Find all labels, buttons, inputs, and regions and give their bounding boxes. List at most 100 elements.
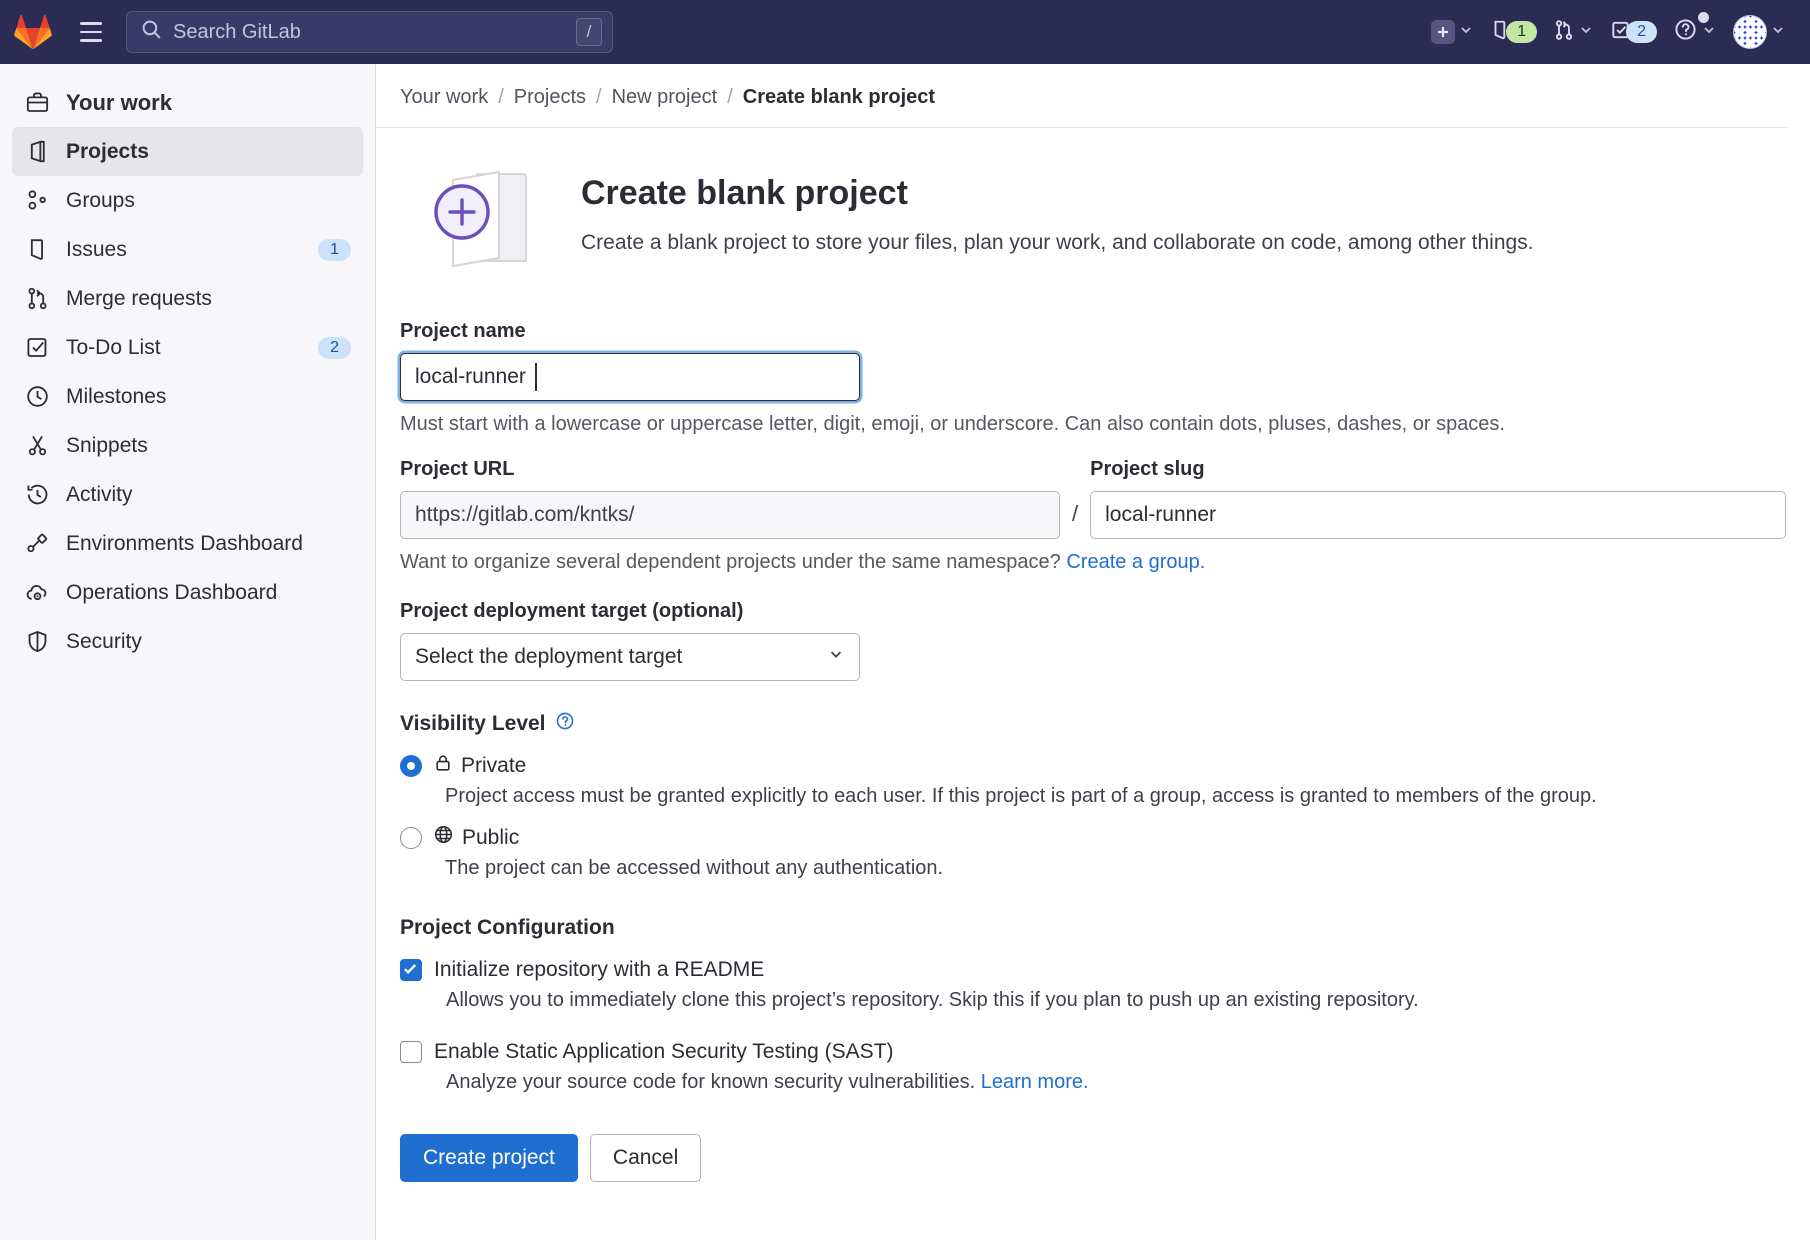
groups-icon (24, 188, 50, 214)
history-icon (24, 482, 50, 508)
deployment-target-label: Project deployment target (optional) (400, 600, 1786, 623)
chevron-down-icon (1701, 22, 1717, 43)
sidebar-item-activity[interactable]: Activity (12, 470, 363, 519)
form-actions: Create project Cancel (400, 1134, 1786, 1212)
namespace-hint-text: Want to organize several dependent proje… (400, 551, 1061, 573)
project-icon (24, 139, 50, 165)
question-circle-icon[interactable] (555, 711, 575, 737)
sidebar-item-badge: 1 (318, 239, 351, 261)
clock-icon (24, 384, 50, 410)
project-slug-input[interactable] (1090, 491, 1786, 539)
merge-request-icon (1553, 19, 1575, 46)
sidebar-item-label: Milestones (66, 385, 351, 409)
project-name-hint: Must start with a lowercase or uppercase… (400, 413, 1786, 436)
enable-sast-checkbox[interactable] (400, 1041, 422, 1063)
search-placeholder: Search GitLab (173, 21, 576, 44)
topbar-actions: 1 2 (1425, 0, 1792, 64)
sidebar-item-groups[interactable]: Groups (12, 176, 363, 225)
user-menu-button[interactable] (1727, 9, 1792, 55)
namespace-hint: Want to organize several dependent proje… (400, 551, 1786, 574)
create-project-button[interactable]: Create project (400, 1134, 578, 1182)
sidebar-item-issues[interactable]: Issues 1 (12, 225, 363, 274)
public-radio[interactable] (400, 827, 422, 849)
sidebar-item-label: To-Do List (66, 336, 318, 360)
environments-icon (24, 531, 50, 557)
todos-button[interactable]: 2 (1604, 13, 1663, 52)
private-description: Project access must be granted explicitl… (445, 785, 1786, 808)
project-url-label: Project URL (400, 458, 1060, 481)
plus-square-icon (1431, 20, 1455, 44)
private-radio[interactable] (400, 755, 422, 777)
sidebar-item-label: Activity (66, 483, 351, 507)
config-option-readme[interactable]: Initialize repository with a README (400, 958, 1786, 982)
initialize-readme-label: Initialize repository with a README (434, 958, 764, 982)
merge-requests-button[interactable] (1547, 13, 1600, 52)
help-button[interactable] (1667, 11, 1723, 53)
visibility-option-public[interactable]: Public (400, 824, 1786, 851)
search-icon (141, 19, 162, 45)
public-description: The project can be accessed without any … (445, 857, 1786, 880)
breadcrumb-item-your-work[interactable]: Your work (400, 86, 488, 109)
todo-checkbox-icon (24, 335, 50, 361)
sidebar-item-projects[interactable]: Projects (12, 127, 363, 176)
top-navigation-bar: Search GitLab / 1 (0, 0, 1810, 64)
page-title: Create blank project (581, 174, 1534, 213)
project-slug-label: Project slug (1090, 458, 1786, 481)
chevron-down-icon (1770, 22, 1786, 43)
sidebar-item-snippets[interactable]: Snippets (12, 421, 363, 470)
create-a-group-link[interactable]: Create a group. (1066, 551, 1205, 573)
create-project-form: Project name Must start with a lowercase… (400, 320, 1786, 1212)
deployment-target-selected-value: Select the deployment target (415, 645, 827, 669)
cancel-button[interactable]: Cancel (590, 1134, 701, 1182)
deployment-target-select-wrapper: Select the deployment target (400, 633, 860, 681)
project-url-input[interactable] (400, 491, 1060, 539)
sidebar-item-label: Projects (66, 140, 351, 164)
public-label-wrapper: Public (433, 824, 519, 851)
project-name-input[interactable] (400, 353, 860, 401)
gitlab-logo-icon[interactable] (14, 13, 52, 51)
sidebar-item-security[interactable]: Security (12, 617, 363, 666)
sast-learn-more-link[interactable]: Learn more. (981, 1071, 1089, 1093)
project-name-label: Project name (400, 320, 1786, 343)
issues-button[interactable]: 1 (1484, 13, 1543, 52)
project-slug-group: Project slug (1090, 458, 1786, 539)
briefcase-icon (24, 90, 50, 116)
globe-icon (433, 824, 454, 851)
project-configuration-label: Project Configuration (400, 916, 1786, 940)
project-configuration-group: Project Configuration Initialize reposit… (400, 916, 1786, 1094)
visibility-level-heading: Visibility Level (400, 711, 1786, 737)
cloud-gear-icon (24, 580, 50, 606)
chevron-down-icon (1578, 22, 1594, 43)
search-shortcut-key: / (576, 18, 602, 46)
breadcrumb: Your work / Projects / New project / Cre… (376, 64, 1788, 128)
sidebar-item-label: Groups (66, 189, 351, 213)
search-input[interactable]: Search GitLab / (126, 11, 613, 53)
visibility-option-private[interactable]: Private (400, 753, 1786, 779)
hamburger-menu-icon[interactable] (72, 13, 110, 51)
deployment-target-select[interactable]: Select the deployment target (400, 633, 860, 681)
sidebar-item-label: Environments Dashboard (66, 532, 351, 556)
project-url-group: Project URL (400, 458, 1060, 539)
issues-icon (24, 237, 50, 263)
sidebar-item-environments-dashboard[interactable]: Environments Dashboard (12, 519, 363, 568)
sidebar-item-label: Operations Dashboard (66, 581, 351, 605)
sidebar-item-merge-requests[interactable]: Merge requests (12, 274, 363, 323)
project-name-field-wrapper (400, 353, 860, 401)
config-option-sast[interactable]: Enable Static Application Security Testi… (400, 1040, 1786, 1064)
sidebar-header-your-work[interactable]: Your work (12, 78, 363, 127)
breadcrumb-separator: / (596, 86, 602, 109)
private-label-wrapper: Private (433, 753, 526, 779)
sidebar-item-milestones[interactable]: Milestones (12, 372, 363, 421)
visibility-level-label: Visibility Level (400, 712, 546, 736)
sidebar-item-operations-dashboard[interactable]: Operations Dashboard (12, 568, 363, 617)
breadcrumb-item-projects[interactable]: Projects (514, 86, 586, 109)
text-cursor (535, 363, 537, 391)
create-new-button[interactable] (1425, 14, 1480, 50)
sidebar-item-todo-list[interactable]: To-Do List 2 (12, 323, 363, 372)
enable-sast-description-text: Analyze your source code for known secur… (446, 1071, 975, 1093)
initialize-readme-checkbox[interactable] (400, 959, 422, 981)
breadcrumb-item-new-project[interactable]: New project (612, 86, 718, 109)
issues-count-badge: 1 (1506, 21, 1537, 43)
breadcrumb-item-create-blank-project: Create blank project (743, 86, 935, 109)
url-slug-row: Project URL / Project slug (400, 458, 1786, 539)
